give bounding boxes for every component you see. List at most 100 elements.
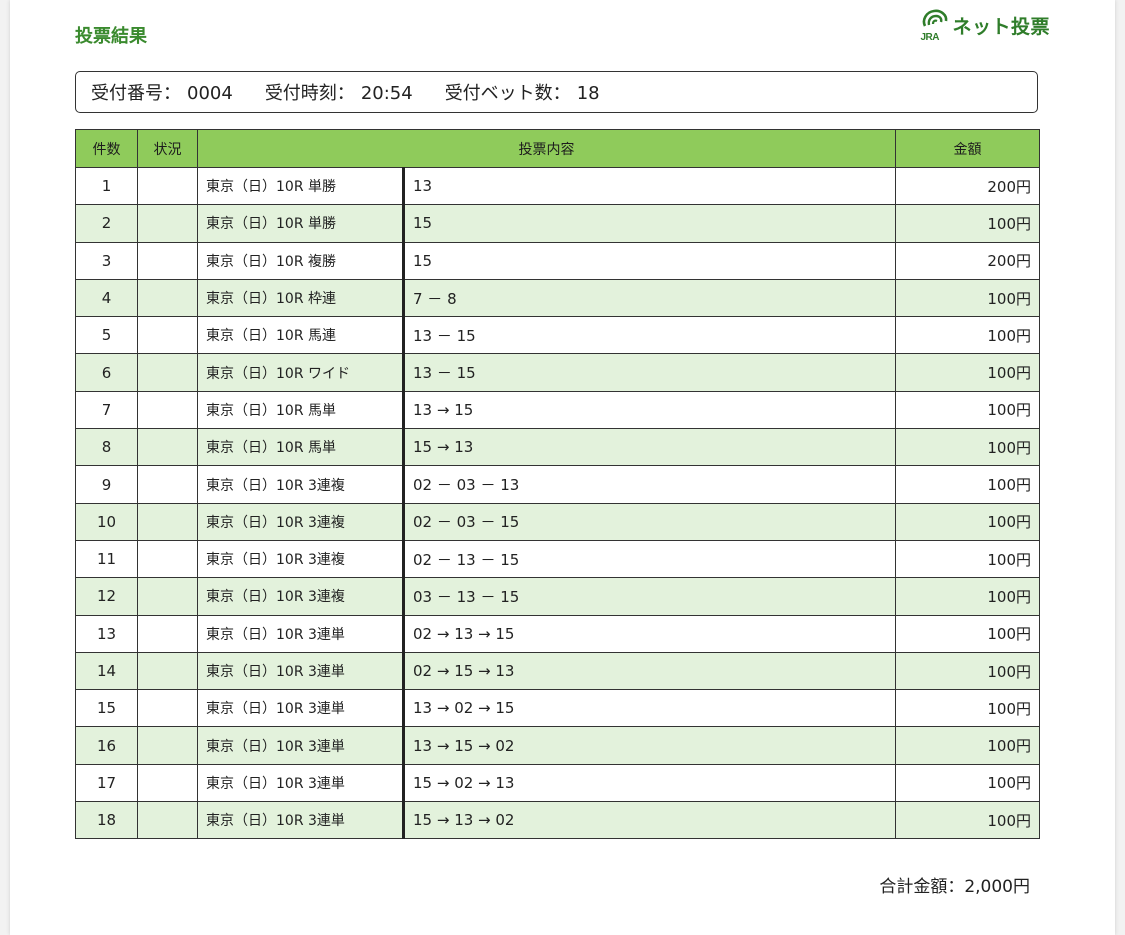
- row-number: 5: [75, 316, 138, 355]
- row-bet-content: 15 → 02 → 13: [402, 763, 896, 803]
- row-bet-content: 13: [402, 166, 896, 206]
- row-race: 東京（日）10R 3連複: [197, 539, 404, 579]
- row-race: 東京（日）10R 3連複: [197, 577, 404, 616]
- receipt-time: 受付時刻： 20:54: [265, 79, 413, 105]
- row-bet-content: 15: [402, 241, 896, 280]
- row-number: 16: [75, 726, 138, 765]
- table-row: 10 東京（日）10R 3連複 02 － 03 － 15 100円: [75, 502, 1040, 541]
- row-bet-content: 02 － 03 － 13: [402, 465, 896, 504]
- column-header-count: 件数: [75, 129, 138, 168]
- table-row: 8 東京（日）10R 馬単 15 → 13 100円: [75, 428, 1040, 467]
- row-status: [137, 763, 198, 803]
- table-row: 9 東京（日）10R 3連複 02 － 03 － 13 100円: [75, 465, 1040, 504]
- row-number: 9: [75, 465, 138, 504]
- row-amount: 100円: [895, 204, 1040, 243]
- jra-net-logo: JRA ネット投票: [920, 8, 1050, 48]
- row-bet-content: 13 → 15: [402, 390, 896, 430]
- row-race: 東京（日）10R 3連複: [197, 502, 404, 541]
- row-bet-content: 03 － 13 － 15: [402, 577, 896, 616]
- jra-brand-text: JRA: [920, 32, 939, 43]
- row-status: [137, 241, 198, 280]
- table-row: 6 東京（日）10R ワイド 13 － 15 100円: [75, 353, 1040, 392]
- row-bet-content: 13 → 15 → 02: [402, 726, 896, 765]
- table-row: 2 東京（日）10R 単勝 15 100円: [75, 204, 1040, 243]
- table-row: 5 東京（日）10R 馬連 13 － 15 100円: [75, 316, 1040, 355]
- row-amount: 100円: [895, 614, 1040, 653]
- vote-table: 件数 状況 投票内容 金額 1 東京（日）10R 単勝 13 200円 2 東京（日）10…: [75, 129, 1040, 840]
- row-number: 13: [75, 614, 138, 653]
- row-bet-content: 13 － 15: [402, 316, 896, 355]
- row-number: 14: [75, 651, 138, 691]
- row-race: 東京（日）10R 3連単: [197, 726, 404, 765]
- row-race: 東京（日）10R 3連単: [197, 801, 404, 840]
- vote-rows: 1 東京（日）10R 単勝 13 200円 2 東京（日）10R 単勝 15 100円 3 東京（…: [75, 166, 1040, 840]
- row-bet-content: 15 → 13 → 02: [402, 801, 896, 840]
- row-status: [137, 390, 198, 430]
- row-race: 東京（日）10R 3連単: [197, 651, 404, 691]
- table-row: 13 東京（日）10R 3連単 02 → 13 → 15 100円: [75, 614, 1040, 653]
- row-status: [137, 428, 198, 467]
- page-title: 投票結果: [75, 26, 147, 47]
- row-race: 東京（日）10R 馬連: [197, 316, 404, 355]
- row-number: 17: [75, 763, 138, 803]
- row-amount: 100円: [895, 390, 1040, 430]
- row-number: 18: [75, 801, 138, 840]
- row-amount: 100円: [895, 763, 1040, 803]
- row-number: 4: [75, 278, 138, 318]
- horse-emblem-icon: [923, 9, 948, 27]
- total-amount-value: 2,000円: [964, 877, 1030, 897]
- row-amount: 200円: [895, 241, 1040, 280]
- table-row: 17 東京（日）10R 3連単 15 → 02 → 13 100円: [75, 763, 1040, 803]
- row-race: 東京（日）10R 単勝: [197, 166, 404, 206]
- receipt-number: 受付番号： 0004: [91, 79, 233, 105]
- row-bet-content: 02 － 13 － 15: [402, 539, 896, 579]
- row-amount: 200円: [895, 166, 1040, 206]
- receipt-number-value: 0004: [187, 83, 233, 104]
- row-number: 12: [75, 577, 138, 616]
- table-row: 1 東京（日）10R 単勝 13 200円: [75, 166, 1040, 206]
- column-header-amount: 金額: [895, 129, 1040, 168]
- row-number: 1: [75, 166, 138, 206]
- row-number: 7: [75, 390, 138, 430]
- row-race: 東京（日）10R 単勝: [197, 204, 404, 243]
- row-amount: 100円: [895, 316, 1040, 355]
- row-number: 15: [75, 689, 138, 728]
- row-status: [137, 502, 198, 541]
- row-amount: 100円: [895, 465, 1040, 504]
- table-row: 7 東京（日）10R 馬単 13 → 15 100円: [75, 390, 1040, 430]
- row-bet-content: 02 － 03 － 15: [402, 502, 896, 541]
- row-amount: 100円: [895, 726, 1040, 765]
- row-race: 東京（日）10R 馬単: [197, 428, 404, 467]
- row-race: 東京（日）10R 馬単: [197, 390, 404, 430]
- table-header-row: 件数 状況 投票内容 金額: [75, 129, 1040, 168]
- total-amount: 合計金額：2,000円: [879, 872, 1030, 897]
- result-sheet: 投票結果 JRA ネット投票 受付番号： 0004 受付時刻： 20:54 受付ベッ…: [10, 0, 1115, 935]
- row-status: [137, 577, 198, 616]
- table-row: 11 東京（日）10R 3連複 02 － 13 － 15 100円: [75, 539, 1040, 579]
- row-bet-content: 13 → 02 → 15: [402, 689, 896, 728]
- table-row: 12 東京（日）10R 3連複 03 － 13 － 15 100円: [75, 577, 1040, 616]
- total-amount-label: 合計金額：: [879, 877, 965, 897]
- row-status: [137, 726, 198, 765]
- column-header-status: 状況: [137, 129, 198, 168]
- row-amount: 100円: [895, 278, 1040, 318]
- row-status: [137, 316, 198, 355]
- row-status: [137, 465, 198, 504]
- row-amount: 100円: [895, 651, 1040, 691]
- row-race: 東京（日）10R 3連単: [197, 689, 404, 728]
- row-amount: 100円: [895, 539, 1040, 579]
- jra-logo-mark: JRA: [920, 8, 950, 44]
- table-row: 4 東京（日）10R 枠連 7 － 8 100円: [75, 278, 1040, 318]
- row-bet-content: 7 － 8: [402, 278, 896, 318]
- row-status: [137, 651, 198, 691]
- row-status: [137, 204, 198, 243]
- receipt-time-value: 20:54: [360, 83, 413, 104]
- row-race: 東京（日）10R 3連単: [197, 614, 404, 653]
- bet-count-value: 18: [576, 83, 600, 104]
- row-number: 8: [75, 428, 138, 467]
- receipt-info-box: 受付番号： 0004 受付時刻： 20:54 受付ベット数： 18: [75, 71, 1038, 113]
- row-race: 東京（日）10R 3連複: [197, 465, 404, 504]
- row-bet-content: 15 → 13: [402, 428, 896, 467]
- row-bet-content: 13 － 15: [402, 353, 896, 392]
- row-amount: 100円: [895, 689, 1040, 728]
